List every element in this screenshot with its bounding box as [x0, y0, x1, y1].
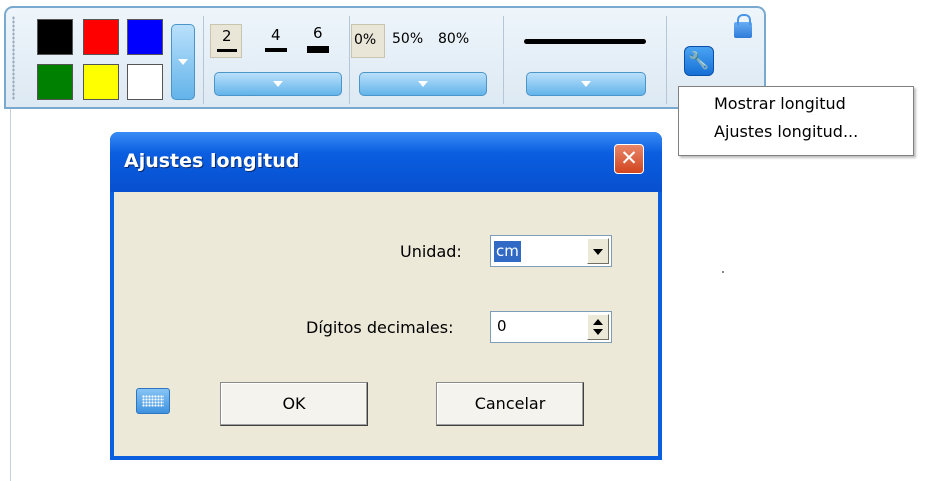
- opacity-dropdown-button[interactable]: [359, 72, 487, 96]
- line-width-sample: [307, 46, 329, 53]
- wrench-icon[interactable]: 🔧: [684, 46, 714, 76]
- line-width-4[interactable]: 4: [260, 24, 292, 58]
- chevron-down-icon: [178, 59, 188, 65]
- line-width-2[interactable]: 2: [210, 24, 242, 58]
- decimals-label: Dígitos decimales:: [306, 318, 454, 337]
- stepper-arrows-icon[interactable]: [587, 314, 609, 340]
- color-swatch-blue[interactable]: [127, 19, 163, 55]
- chevron-down-icon[interactable]: [593, 329, 603, 335]
- opacity-80[interactable]: 80%: [438, 31, 469, 47]
- toolbar-separator: [349, 16, 350, 104]
- cancel-button[interactable]: Cancelar: [436, 382, 584, 426]
- line-style-preview[interactable]: [524, 39, 646, 44]
- close-icon[interactable]: ✕: [614, 144, 644, 174]
- line-width-sample: [265, 48, 287, 52]
- chevron-down-icon[interactable]: [587, 238, 609, 264]
- color-swatch-green[interactable]: [37, 64, 73, 100]
- line-width-sample: [217, 49, 237, 52]
- decimals-value: 0: [497, 317, 507, 335]
- menu-item-ajustes-longitud[interactable]: Ajustes longitud...: [714, 122, 858, 141]
- toolbar-separator: [666, 16, 667, 104]
- color-swatch-white[interactable]: [127, 64, 163, 100]
- chevron-down-icon: [273, 81, 283, 87]
- chevron-down-icon: [418, 81, 428, 87]
- dialog-body: Unidad: cm Dígitos decimales: 0 OK Cance…: [114, 192, 658, 456]
- dialog-titlebar[interactable]: Ajustes longitud ✕: [110, 132, 662, 192]
- line-width-label: 2: [222, 27, 232, 45]
- line-style-dropdown-button[interactable]: [526, 72, 646, 96]
- page-edge: [10, 109, 11, 481]
- lock-icon[interactable]: [734, 14, 752, 38]
- length-settings-dialog: Ajustes longitud ✕ Unidad: cm Dígitos de…: [110, 132, 662, 460]
- keyboard-icon[interactable]: [136, 388, 170, 414]
- ok-button[interactable]: OK: [220, 382, 368, 426]
- pen-toolbar: 2 4 6 0% 50% 80%: [4, 6, 766, 109]
- dialog-title: Ajustes longitud: [124, 150, 300, 172]
- unit-label: Unidad:: [400, 242, 462, 261]
- line-width-label: 4: [271, 26, 281, 44]
- toolbar-separator: [203, 16, 204, 104]
- line-width-dropdown-button[interactable]: [214, 72, 342, 96]
- unit-select[interactable]: cm: [490, 235, 612, 267]
- stray-dot: [722, 271, 724, 273]
- color-swatch-red[interactable]: [83, 19, 119, 55]
- color-swatch-yellow[interactable]: [83, 64, 119, 100]
- line-width-6[interactable]: 6: [302, 24, 334, 58]
- context-menu: Mostrar longitud Ajustes longitud...: [678, 86, 914, 156]
- color-more-button[interactable]: [171, 24, 195, 100]
- chevron-down-icon: [581, 81, 591, 87]
- toolbar-separator: [503, 16, 504, 104]
- decimals-stepper[interactable]: 0: [490, 311, 612, 343]
- unit-select-value: cm: [494, 241, 521, 262]
- menu-item-mostrar-longitud[interactable]: Mostrar longitud: [714, 94, 846, 113]
- color-swatch-black[interactable]: [37, 19, 73, 55]
- opacity-0[interactable]: 0%: [351, 24, 385, 58]
- chevron-up-icon[interactable]: [593, 319, 603, 325]
- line-width-label: 6: [313, 24, 323, 42]
- opacity-50[interactable]: 50%: [392, 31, 423, 47]
- opacity-label: 0%: [354, 32, 377, 48]
